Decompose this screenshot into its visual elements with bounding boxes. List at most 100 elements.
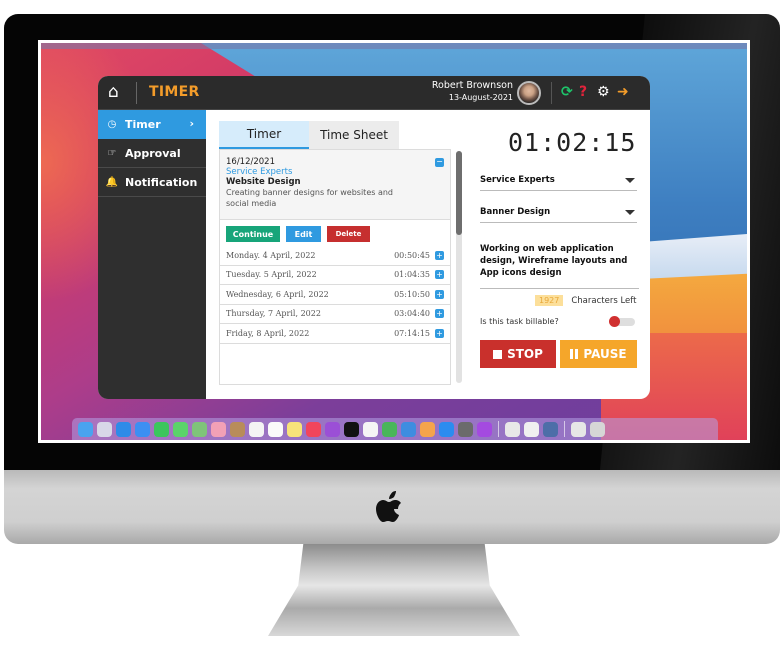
stop-button[interactable]: STOP: [480, 340, 556, 368]
notes-textarea[interactable]: Working on web application design, Wiref…: [480, 243, 639, 289]
caret-down-icon: [625, 178, 635, 183]
home-icon[interactable]: ⌂: [108, 83, 128, 101]
timer-app-window: ⌂ TIMER Robert Brownson 13-August-2021 ⟳…: [98, 76, 650, 399]
user-date: 13-August-2021: [448, 93, 513, 102]
pause-label: PAUSE: [583, 347, 627, 361]
dock-app-store-icon[interactable]: [439, 421, 454, 437]
thumbs-up-icon: ☞: [107, 147, 117, 159]
dock-maps-icon[interactable]: [192, 421, 207, 437]
screen: ⌂ TIMER Robert Brownson 13-August-2021 ⟳…: [38, 40, 750, 443]
timer-clock: 01:02:15: [508, 128, 637, 157]
time-entry-row: Tuesday. 5 April, 2022 01:04:35 +: [220, 266, 450, 285]
entry-duration: 07:14:15: [394, 328, 430, 338]
time-entry-row: Friday, 8 April, 2022 07:14:15 +: [220, 324, 450, 344]
tab-time-sheet[interactable]: Time Sheet: [309, 121, 399, 149]
user-name: Robert Brownson: [431, 80, 513, 91]
expand-icon[interactable]: +: [435, 289, 444, 299]
dock-news-icon[interactable]: [363, 421, 378, 437]
edit-button[interactable]: Edit: [286, 226, 321, 242]
characters-left-label: Characters Left: [571, 295, 637, 306]
expand-icon[interactable]: +: [435, 270, 444, 280]
imac-mockup: ⌂ TIMER Robert Brownson 13-August-2021 ⟳…: [0, 0, 780, 648]
app-header: ⌂ TIMER Robert Brownson 13-August-2021 ⟳…: [98, 76, 650, 110]
entry-duration: 05:10:50: [394, 289, 430, 299]
dock-system-preferences-icon[interactable]: [458, 421, 473, 437]
time-entry-row: Monday. 4 April, 2022 00:50:45 +: [220, 246, 450, 266]
pause-button[interactable]: PAUSE: [560, 340, 637, 368]
dock-contacts-icon[interactable]: [230, 421, 245, 437]
sidebar: ◷ Timer › ☞ Approval 🔔 Notification: [98, 110, 206, 399]
dock-photos-icon[interactable]: [211, 421, 226, 437]
project-select[interactable]: Banner Design: [480, 203, 637, 223]
app-title: TIMER: [149, 84, 200, 100]
pause-icon: [570, 349, 579, 359]
dock-preview-icon[interactable]: [543, 421, 558, 437]
stop-label: STOP: [507, 347, 543, 361]
bell-icon: 🔔: [105, 176, 119, 188]
billable-label: Is this task billable?: [480, 317, 559, 326]
header-divider: [136, 82, 137, 104]
dock-pages-icon[interactable]: [420, 421, 435, 437]
dock-podcasts-icon[interactable]: [325, 421, 340, 437]
scrollbar-thumb[interactable]: [456, 151, 462, 235]
dock-launchpad-icon[interactable]: [97, 421, 112, 437]
characters-left: 1927 Characters Left: [535, 295, 636, 306]
help-icon[interactable]: ?: [579, 82, 587, 102]
task-date: 16/12/2021: [226, 157, 275, 167]
clock-icon: ◷: [107, 119, 117, 130]
sidebar-item-label: Timer: [125, 118, 161, 131]
entry-duration: 00:50:45: [394, 250, 430, 260]
entry-day: Monday. 4 April, 2022: [226, 250, 316, 260]
dock-reminders-icon[interactable]: [268, 421, 283, 437]
entry-day: Wednesday, 6 April, 2022: [226, 289, 329, 299]
logout-icon[interactable]: ➜: [617, 82, 629, 102]
dock-notes-icon[interactable]: [287, 421, 302, 437]
sidebar-item-approval[interactable]: ☞ Approval: [98, 139, 206, 168]
task-client[interactable]: Service Experts: [226, 167, 444, 177]
client-select[interactable]: Service Experts: [480, 171, 637, 191]
dock-finder-icon[interactable]: [78, 421, 93, 437]
billable-toggle[interactable]: [609, 316, 635, 327]
dock-calendar-icon[interactable]: [249, 421, 264, 437]
dock-chrome-icon[interactable]: [505, 421, 520, 437]
client-select-value: Service Experts: [480, 175, 555, 185]
imac-stand: [268, 544, 520, 636]
dock-mail-icon[interactable]: [135, 421, 150, 437]
delete-button[interactable]: Delete: [327, 226, 370, 242]
tab-timer[interactable]: Timer: [219, 121, 309, 149]
scrollbar[interactable]: [456, 151, 462, 383]
continue-button[interactable]: Continue: [226, 226, 280, 242]
tab-bar: Timer Time Sheet: [219, 121, 399, 149]
expand-icon[interactable]: +: [435, 309, 444, 319]
dock-keynote-icon[interactable]: [401, 421, 416, 437]
expand-icon[interactable]: +: [435, 250, 444, 260]
desktop-wallpaper: ⌂ TIMER Robert Brownson 13-August-2021 ⟳…: [41, 43, 747, 440]
dock: [72, 418, 718, 440]
entry-duration: 01:04:35: [394, 270, 430, 280]
dock-tv-icon[interactable]: [344, 421, 359, 437]
stop-icon: [493, 349, 503, 359]
sidebar-item-label: Approval: [125, 146, 181, 160]
task-description: Creating banner designs for websites and…: [226, 188, 393, 208]
gear-icon[interactable]: ⚙: [597, 82, 610, 102]
dock-messages-icon[interactable]: [173, 421, 188, 437]
task-card: 16/12/2021 Service Experts Website Desig…: [220, 150, 450, 220]
dock-facetime-icon[interactable]: [154, 421, 169, 437]
dock-numbers-icon[interactable]: [382, 421, 397, 437]
dock-feedback-icon[interactable]: [477, 421, 492, 437]
avatar[interactable]: [517, 81, 541, 105]
dock-safari-icon[interactable]: [116, 421, 131, 437]
dock-trash-icon[interactable]: [590, 421, 605, 437]
sidebar-item-timer[interactable]: ◷ Timer ›: [98, 110, 206, 139]
dock-slack-icon[interactable]: [524, 421, 539, 437]
sync-icon[interactable]: ⟳: [561, 82, 573, 102]
apple-logo-icon: [376, 491, 401, 522]
collapse-icon[interactable]: −: [435, 158, 444, 167]
dock-music-icon[interactable]: [306, 421, 321, 437]
sidebar-item-notification[interactable]: 🔔 Notification: [98, 168, 206, 197]
entry-day: Friday, 8 April, 2022: [226, 328, 310, 338]
expand-icon[interactable]: +: [435, 328, 444, 338]
time-entry-row: Wednesday, 6 April, 2022 05:10:50 +: [220, 285, 450, 305]
menu-bar: [41, 43, 747, 49]
dock-documents-icon[interactable]: [571, 421, 586, 437]
